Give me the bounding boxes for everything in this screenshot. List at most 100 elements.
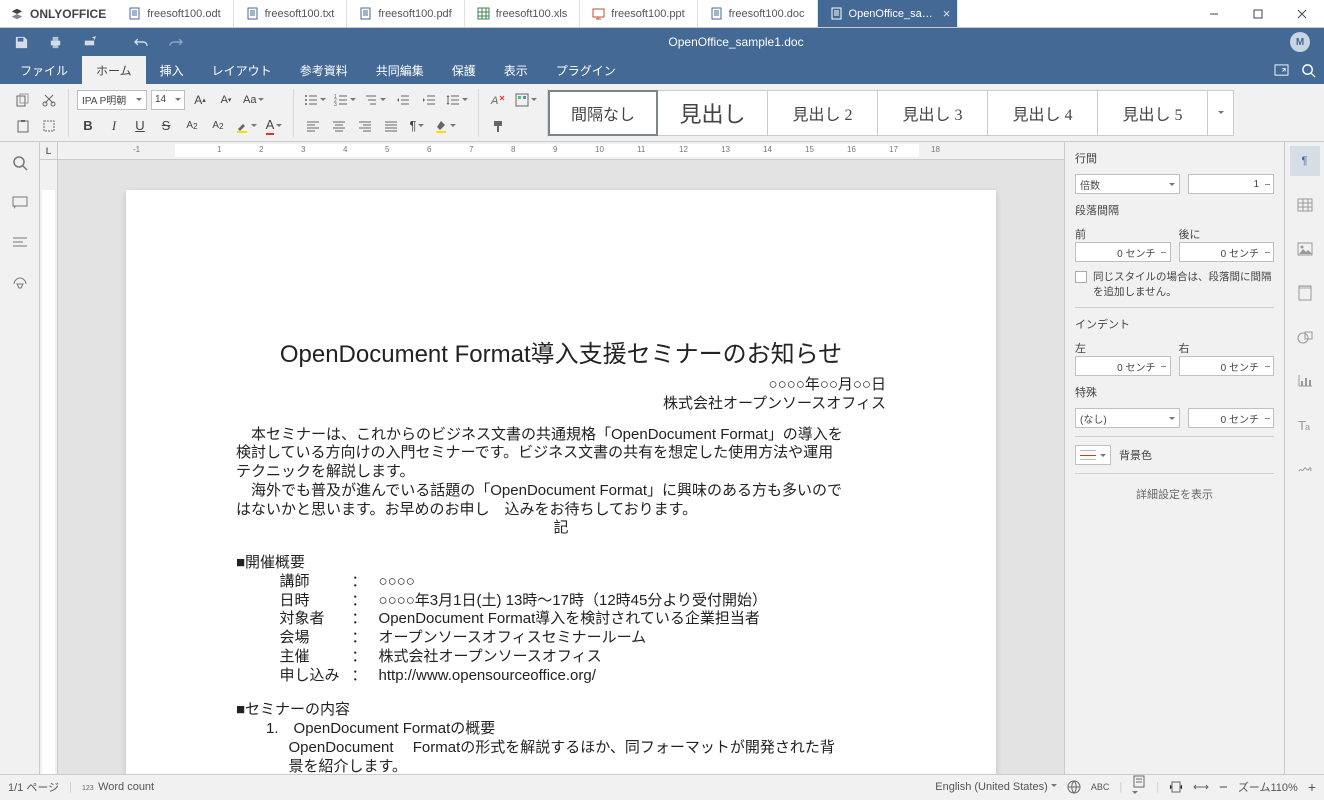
zoom-out-button[interactable]: −: [1219, 779, 1228, 796]
line-spacing-value[interactable]: 1: [1188, 174, 1274, 194]
clear-style-button[interactable]: A: [487, 89, 509, 111]
menu-tab[interactable]: ホーム: [82, 56, 146, 84]
fit-width-icon[interactable]: [1193, 782, 1209, 792]
change-case-button[interactable]: Aa: [241, 89, 266, 111]
style-option[interactable]: 間隔なし: [548, 90, 658, 136]
style-option[interactable]: 見出し 3: [878, 90, 988, 136]
zoom-level[interactable]: ズーム110%: [1238, 779, 1298, 795]
decrease-size-button[interactable]: A▾: [215, 89, 237, 111]
document-tab[interactable]: freesoft100.xls: [465, 0, 581, 27]
spacing-after[interactable]: 0 センチ: [1179, 242, 1275, 262]
horizontal-ruler[interactable]: -1123456789101112131415161718: [58, 142, 1064, 160]
decrease-indent-button[interactable]: [392, 89, 414, 111]
format-painter-button[interactable]: [487, 115, 509, 137]
header-tab-icon[interactable]: [1290, 278, 1320, 308]
line-spacing-button[interactable]: [444, 89, 470, 111]
font-size-select[interactable]: 14: [151, 90, 185, 110]
menu-tab[interactable]: 参考資料: [286, 56, 362, 84]
increase-indent-button[interactable]: [418, 89, 440, 111]
vertical-ruler[interactable]: [40, 160, 58, 774]
comments-icon[interactable]: [9, 192, 31, 214]
insert-symbol-button[interactable]: [513, 89, 539, 111]
zoom-in-button[interactable]: +: [1308, 779, 1316, 795]
redo-button[interactable]: [160, 30, 190, 54]
same-style-checkbox[interactable]: 同じスタイルの場合は、段落間に間隔を追加しません。: [1075, 270, 1274, 299]
line-spacing-mode[interactable]: 倍数: [1075, 174, 1180, 194]
menu-tab[interactable]: 保護: [438, 56, 490, 84]
document-canvas[interactable]: OpenDocument Format導入支援セミナーのお知らせ ○○○○年○○…: [58, 160, 1064, 774]
highlight-button[interactable]: [233, 115, 259, 137]
border-style[interactable]: [1075, 445, 1111, 465]
document-tab[interactable]: freesoft100.odt: [116, 0, 233, 27]
page-count[interactable]: 1/1 ページ: [8, 779, 59, 795]
paste-button[interactable]: [12, 115, 34, 137]
special-indent-mode[interactable]: (なし): [1075, 408, 1180, 428]
quick-print-button[interactable]: [74, 30, 104, 54]
open-location-button[interactable]: [1274, 64, 1289, 77]
select-all-button[interactable]: [38, 115, 60, 137]
menu-tab[interactable]: 挿入: [146, 56, 198, 84]
fit-page-icon[interactable]: [1169, 780, 1183, 794]
align-justify-button[interactable]: [380, 115, 402, 137]
user-avatar[interactable]: M: [1290, 32, 1310, 52]
language-select[interactable]: English (United States): [935, 781, 1057, 793]
pilcrow-button[interactable]: ¶: [406, 115, 428, 137]
font-family-select[interactable]: IPA P明朝: [77, 90, 147, 110]
image-tab-icon[interactable]: [1290, 234, 1320, 264]
menu-tab[interactable]: ファイル: [6, 56, 82, 84]
font-color-button[interactable]: A: [263, 115, 285, 137]
paragraph-tab-icon[interactable]: ¶: [1290, 146, 1320, 176]
multilevel-button[interactable]: [362, 89, 388, 111]
print-button[interactable]: [40, 30, 70, 54]
maximize-button[interactable]: [1236, 0, 1280, 28]
table-tab-icon[interactable]: [1290, 190, 1320, 220]
word-count[interactable]: 123 Word count: [82, 781, 154, 793]
styles-more[interactable]: [1208, 90, 1234, 136]
spellcheck-icon[interactable]: ABC: [1091, 782, 1110, 792]
minimize-button[interactable]: [1192, 0, 1236, 28]
document-tab[interactable]: freesoft100.pdf: [347, 0, 464, 27]
document-tab[interactable]: freesoft100.doc: [698, 0, 818, 27]
italic-button[interactable]: I: [103, 115, 125, 137]
document-tab[interactable]: freesoft100.ppt: [580, 0, 697, 27]
shading-button[interactable]: [432, 115, 458, 137]
style-option[interactable]: 見出し 2: [768, 90, 878, 136]
cut-button[interactable]: [38, 89, 60, 111]
undo-button[interactable]: [126, 30, 156, 54]
chart-tab-icon[interactable]: [1290, 366, 1320, 396]
special-indent-value[interactable]: 0 センチ: [1188, 408, 1274, 428]
subscript-button[interactable]: A2: [207, 115, 229, 137]
underline-button[interactable]: U: [129, 115, 151, 137]
strike-button[interactable]: S: [155, 115, 177, 137]
indent-left[interactable]: 0 センチ: [1075, 356, 1171, 376]
spell-lang-icon[interactable]: [1067, 780, 1081, 794]
advanced-settings-link[interactable]: 詳細設定を表示: [1075, 486, 1274, 502]
menu-tab[interactable]: プラグイン: [542, 56, 630, 84]
shape-tab-icon[interactable]: [1290, 322, 1320, 352]
superscript-button[interactable]: A2: [181, 115, 203, 137]
textart-tab-icon[interactable]: Ta: [1290, 410, 1320, 440]
align-right-button[interactable]: [354, 115, 376, 137]
copy-button[interactable]: [12, 89, 34, 111]
find-icon[interactable]: [9, 152, 31, 174]
style-option[interactable]: 見出し 4: [988, 90, 1098, 136]
bold-button[interactable]: B: [77, 115, 99, 137]
document-tab[interactable]: OpenOffice_sa…×: [818, 0, 958, 27]
close-button[interactable]: [1280, 0, 1324, 28]
bullets-button[interactable]: [302, 89, 328, 111]
search-button[interactable]: [1301, 63, 1316, 78]
document-tab[interactable]: freesoft100.txt: [234, 0, 348, 27]
menu-tab[interactable]: 表示: [490, 56, 542, 84]
headings-icon[interactable]: [9, 232, 31, 254]
save-button[interactable]: [6, 30, 36, 54]
numbering-button[interactable]: 123: [332, 89, 358, 111]
style-option[interactable]: 見出し 5: [1098, 90, 1208, 136]
spacing-before[interactable]: 0 センチ: [1075, 242, 1171, 262]
align-left-button[interactable]: [302, 115, 324, 137]
menu-tab[interactable]: レイアウト: [198, 56, 286, 84]
align-center-button[interactable]: [328, 115, 350, 137]
track-changes-icon[interactable]: [1132, 774, 1146, 800]
signature-tab-icon[interactable]: [1290, 454, 1320, 484]
increase-size-button[interactable]: A▴: [189, 89, 211, 111]
feedback-icon[interactable]: [9, 272, 31, 294]
